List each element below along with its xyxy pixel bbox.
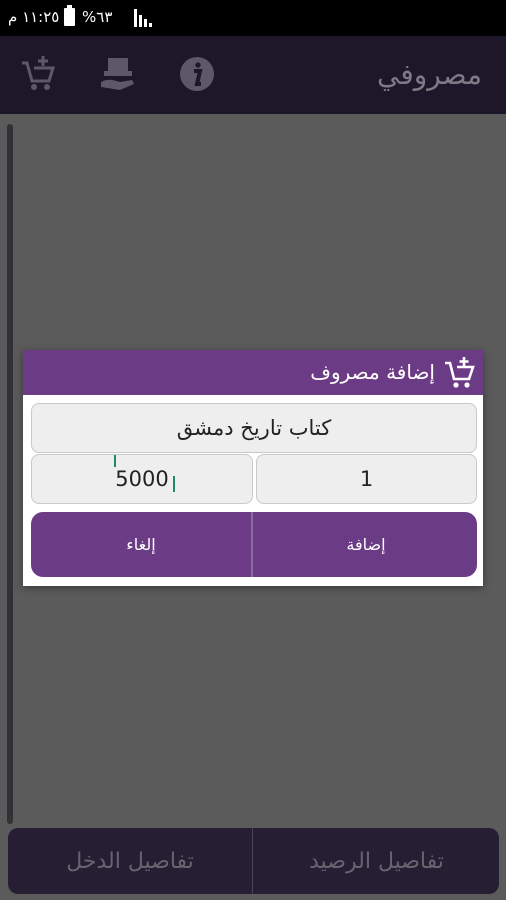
add-to-cart-icon[interactable] <box>18 54 58 94</box>
info-icon[interactable] <box>177 54 217 94</box>
add-to-cart-icon <box>445 357 475 388</box>
text-cursor <box>172 476 175 492</box>
status-bar: ١١:٢٥ م %٦٣ <box>0 0 506 36</box>
dialog-actions: إضافة إلغاء <box>31 512 477 577</box>
signal-icon <box>134 9 156 27</box>
text-cursor-handle <box>114 455 117 467</box>
price-input[interactable]: 5000 <box>31 454 253 504</box>
item-name-input[interactable]: كتاب تاريخ دمشق <box>31 403 477 453</box>
add-expense-dialog: إضافة مصروف كتاب تاريخ دمشق 1 5000 إضافة… <box>23 350 483 586</box>
battery-icon <box>64 5 75 26</box>
battery-percent: %٦٣ <box>82 8 113 26</box>
dialog-header: إضافة مصروف <box>23 350 483 395</box>
bottom-nav-buttons: تفاصيل الرصيد تفاصيل الدخل <box>8 828 499 894</box>
app-bar: مصروفي <box>0 36 506 114</box>
app-title: مصروفي <box>377 58 482 91</box>
quantity-input[interactable]: 1 <box>256 454 477 504</box>
income-icon[interactable] <box>98 54 138 94</box>
income-details-button[interactable]: تفاصيل الدخل <box>8 828 253 894</box>
bottom-nav: تفاصيل الرصيد تفاصيل الدخل <box>0 824 506 900</box>
status-time: ١١:٢٥ م <box>8 8 60 26</box>
price-value: 5000 <box>115 467 169 491</box>
balance-details-button[interactable]: تفاصيل الرصيد <box>254 828 499 894</box>
cancel-button[interactable]: إلغاء <box>31 512 253 577</box>
scrollbar[interactable] <box>7 124 13 824</box>
dialog-title: إضافة مصروف <box>310 360 435 384</box>
add-button[interactable]: إضافة <box>255 512 477 577</box>
